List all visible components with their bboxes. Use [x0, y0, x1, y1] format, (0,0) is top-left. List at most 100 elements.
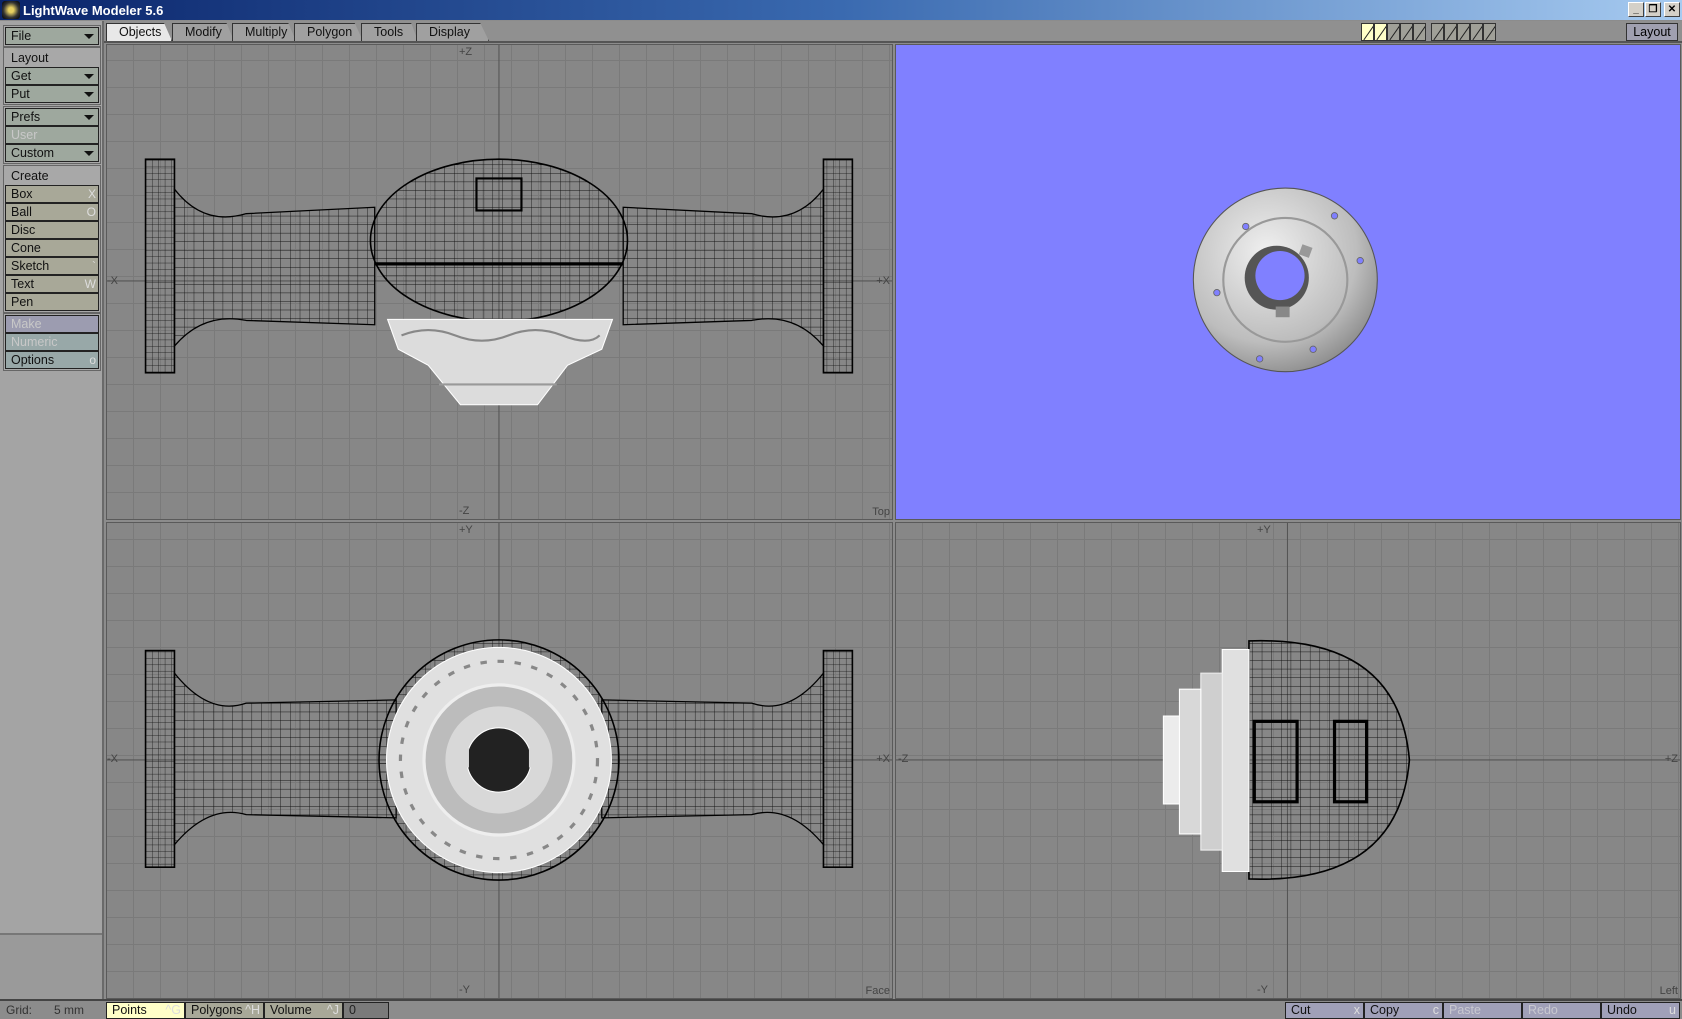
prefs-label: Prefs	[11, 110, 41, 124]
file-menu[interactable]: File	[5, 27, 99, 45]
tab-display[interactable]: Display	[416, 23, 489, 41]
tab-modify[interactable]: Modify	[172, 23, 234, 41]
tab-objects[interactable]: Objects	[106, 23, 172, 41]
prefs-menu[interactable]: Prefs	[5, 108, 99, 126]
viewport-top[interactable]: +Z -Z -X +X Top	[106, 44, 893, 520]
polygons-mode-button[interactable]: Polygons ^H	[185, 1002, 264, 1019]
top-view-wireframe	[107, 45, 892, 519]
layer-10-button[interactable]	[1483, 23, 1496, 41]
cone-tool-button[interactable]: Cone	[5, 239, 99, 257]
box-label: Box	[11, 187, 33, 201]
cut-button[interactable]: Cut x	[1285, 1002, 1364, 1019]
viewport-face[interactable]: +Y -Y -X +X Face	[106, 522, 893, 999]
title-bar: LightWave Modeler 5.6 _ ❐ ✕	[0, 0, 1682, 20]
axis-label-left: -Z	[898, 753, 909, 765]
left-view-wireframe	[896, 523, 1680, 998]
restore-button[interactable]: ❐	[1645, 2, 1661, 17]
viewport-label: Top	[872, 506, 890, 518]
axis-label-right: +X	[876, 275, 890, 287]
axis-label-left: -X	[107, 275, 118, 287]
layout-header: Layout	[5, 49, 99, 67]
tab-multiply[interactable]: Multiply	[232, 23, 296, 41]
copy-button[interactable]: Copy c	[1364, 1002, 1443, 1019]
shortcut-key: X	[87, 187, 96, 201]
chevron-down-icon	[84, 74, 94, 79]
volume-label: Volume	[270, 1003, 312, 1017]
disc-tool-button[interactable]: Disc	[5, 221, 99, 239]
shortcut-key: W	[84, 277, 96, 291]
layer-4-button[interactable]	[1400, 23, 1413, 41]
axis-label-bottom: -Z	[459, 505, 470, 517]
selection-count: 0	[343, 1002, 389, 1019]
text-tool-button[interactable]: Text W	[5, 275, 99, 293]
make-button[interactable]: Make	[5, 315, 99, 333]
layer-7-button[interactable]	[1444, 23, 1457, 41]
ball-tool-button[interactable]: Ball O	[5, 203, 99, 221]
grid-label: Grid:	[6, 1003, 33, 1017]
custom-menu[interactable]: Custom	[5, 144, 99, 162]
shortcut-key: x	[1353, 1003, 1360, 1017]
layer-buttons	[1361, 23, 1496, 41]
cut-label: Cut	[1291, 1003, 1311, 1017]
create-header: Create	[5, 167, 99, 185]
shortcut-key: u	[1669, 1003, 1676, 1017]
ball-label: Ball	[11, 205, 32, 219]
shortcut-key: c	[1432, 1003, 1439, 1017]
axis-label-top: +Y	[1257, 524, 1271, 536]
viewport-perspective[interactable]	[895, 44, 1681, 520]
get-menu[interactable]: Get	[5, 67, 99, 85]
undo-button[interactable]: Undo u	[1601, 1002, 1680, 1019]
box-tool-button[interactable]: Box X	[5, 185, 99, 203]
tab-tools[interactable]: Tools	[361, 23, 418, 41]
sketch-tool-button[interactable]: Sketch `	[5, 257, 99, 275]
layer-5-button[interactable]	[1413, 23, 1426, 41]
cone-label: Cone	[11, 241, 41, 255]
numeric-button[interactable]: Numeric	[5, 333, 99, 351]
axis-label-top: +Z	[459, 46, 473, 58]
shortcut-key: O	[86, 205, 96, 219]
face-view-wireframe	[107, 523, 892, 998]
close-button[interactable]: ✕	[1664, 2, 1680, 17]
paste-button[interactable]: Paste	[1443, 1002, 1522, 1019]
shortcut-key: o	[89, 353, 96, 367]
tab-bar: Objects Modify Multiply Polygon Tools Di…	[104, 21, 1682, 43]
undo-label: Undo	[1607, 1003, 1637, 1017]
tab-polygon[interactable]: Polygon	[294, 23, 363, 41]
layout-switch-button[interactable]: Layout	[1626, 23, 1678, 41]
minimize-button[interactable]: _	[1628, 2, 1644, 17]
window-title: LightWave Modeler 5.6	[23, 2, 164, 18]
user-button[interactable]: User	[5, 126, 99, 144]
layer-1-button[interactable]	[1361, 23, 1374, 41]
layer-2-button[interactable]	[1374, 23, 1387, 41]
sketch-label: Sketch	[11, 259, 50, 273]
copy-label: Copy	[1370, 1003, 1400, 1017]
layer-6-button[interactable]	[1431, 23, 1444, 41]
volume-mode-button[interactable]: Volume ^J	[264, 1002, 343, 1019]
axis-label-bottom: -Y	[1257, 984, 1268, 996]
pen-label: Pen	[11, 295, 34, 309]
polygons-label: Polygons	[191, 1003, 243, 1017]
axis-label-top: +Y	[459, 524, 473, 536]
layer-8-button[interactable]	[1457, 23, 1470, 41]
options-button[interactable]: Options o	[5, 351, 99, 369]
axis-label-right: +Z	[1664, 753, 1678, 765]
put-label: Put	[11, 87, 30, 101]
pen-tool-button[interactable]: Pen	[5, 293, 99, 311]
grid-size-display: Grid: 5 mm	[2, 1002, 102, 1019]
app-icon	[2, 1, 20, 19]
status-bar: Grid: 5 mm Points ^G Polygons ^H Volume ^J 0…	[0, 999, 1682, 1019]
redo-button[interactable]: Redo	[1522, 1002, 1601, 1019]
viewport-label: Left	[1659, 985, 1678, 997]
shortcut-key: ^J	[326, 1003, 339, 1017]
layer-3-button[interactable]	[1387, 23, 1400, 41]
viewport-label: Face	[865, 985, 890, 997]
chevron-down-icon	[84, 34, 94, 39]
points-mode-button[interactable]: Points ^G	[106, 1002, 185, 1019]
get-label: Get	[11, 69, 32, 83]
chevron-down-icon	[84, 115, 94, 120]
sidebar: File Layout Get Put Prefs User Custom Cr…	[0, 21, 104, 999]
viewport-left[interactable]: +Y -Y -Z +Z Left	[895, 522, 1681, 999]
layer-9-button[interactable]	[1470, 23, 1483, 41]
put-menu[interactable]: Put	[5, 85, 99, 103]
disc-label: Disc	[11, 223, 36, 237]
